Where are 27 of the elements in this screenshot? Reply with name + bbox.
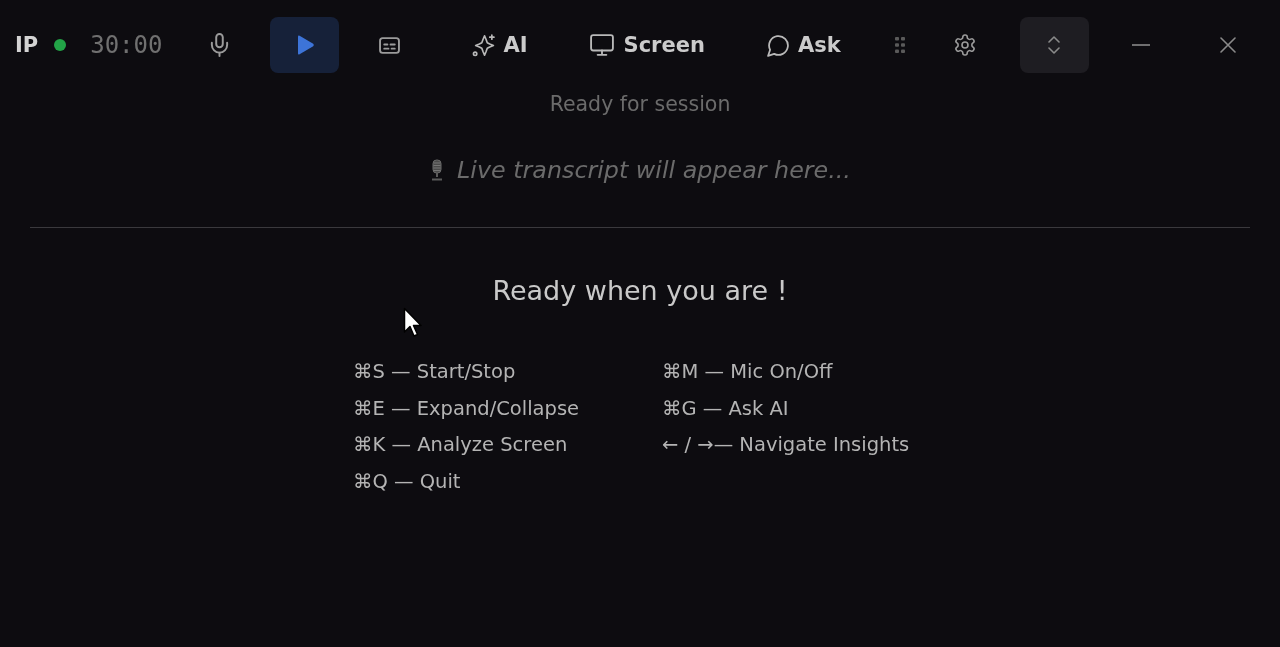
monitor-icon xyxy=(589,34,614,56)
brand-label: IP xyxy=(15,33,39,57)
ai-button[interactable]: AI xyxy=(456,17,544,73)
shortcut-hint: ⌘M — Mic On/Off xyxy=(662,359,834,385)
sparkle-icon xyxy=(472,33,496,57)
shortcut-hint: ⌘E — Expand/Collapse xyxy=(353,395,581,422)
shortcut-hint: ← / →— Navigate Insights xyxy=(662,432,911,459)
minimize-icon xyxy=(1132,44,1151,46)
ask-button[interactable]: Ask xyxy=(750,17,857,73)
shortcut-hint: ⌘K — Analyze Screen xyxy=(353,432,569,459)
screen-button[interactable]: Screen xyxy=(573,17,721,73)
grip-dots-icon xyxy=(894,37,905,53)
play-button[interactable] xyxy=(270,17,340,73)
mouse-pointer-icon xyxy=(403,307,423,339)
ready-heading: Ready when you are ! xyxy=(492,274,788,308)
shortcut-hint: ⌘G — Ask AI xyxy=(662,395,790,422)
close-icon xyxy=(1220,37,1237,53)
session-timer: 30:00 xyxy=(90,31,163,59)
captions-icon xyxy=(379,36,401,54)
shortcut-hint: ⌘Q — Quit xyxy=(353,468,462,495)
shortcut-hint: ⌘S — Start/Stop xyxy=(353,359,517,385)
session-status: Ready for session xyxy=(549,91,731,117)
microphone-icon xyxy=(210,33,230,57)
settings-icon xyxy=(954,34,977,56)
chat-bubble-icon xyxy=(766,33,790,57)
transcript-empty-message: Live transcript will appear here... xyxy=(457,155,851,185)
chevron-up-down-icon xyxy=(1048,36,1061,54)
